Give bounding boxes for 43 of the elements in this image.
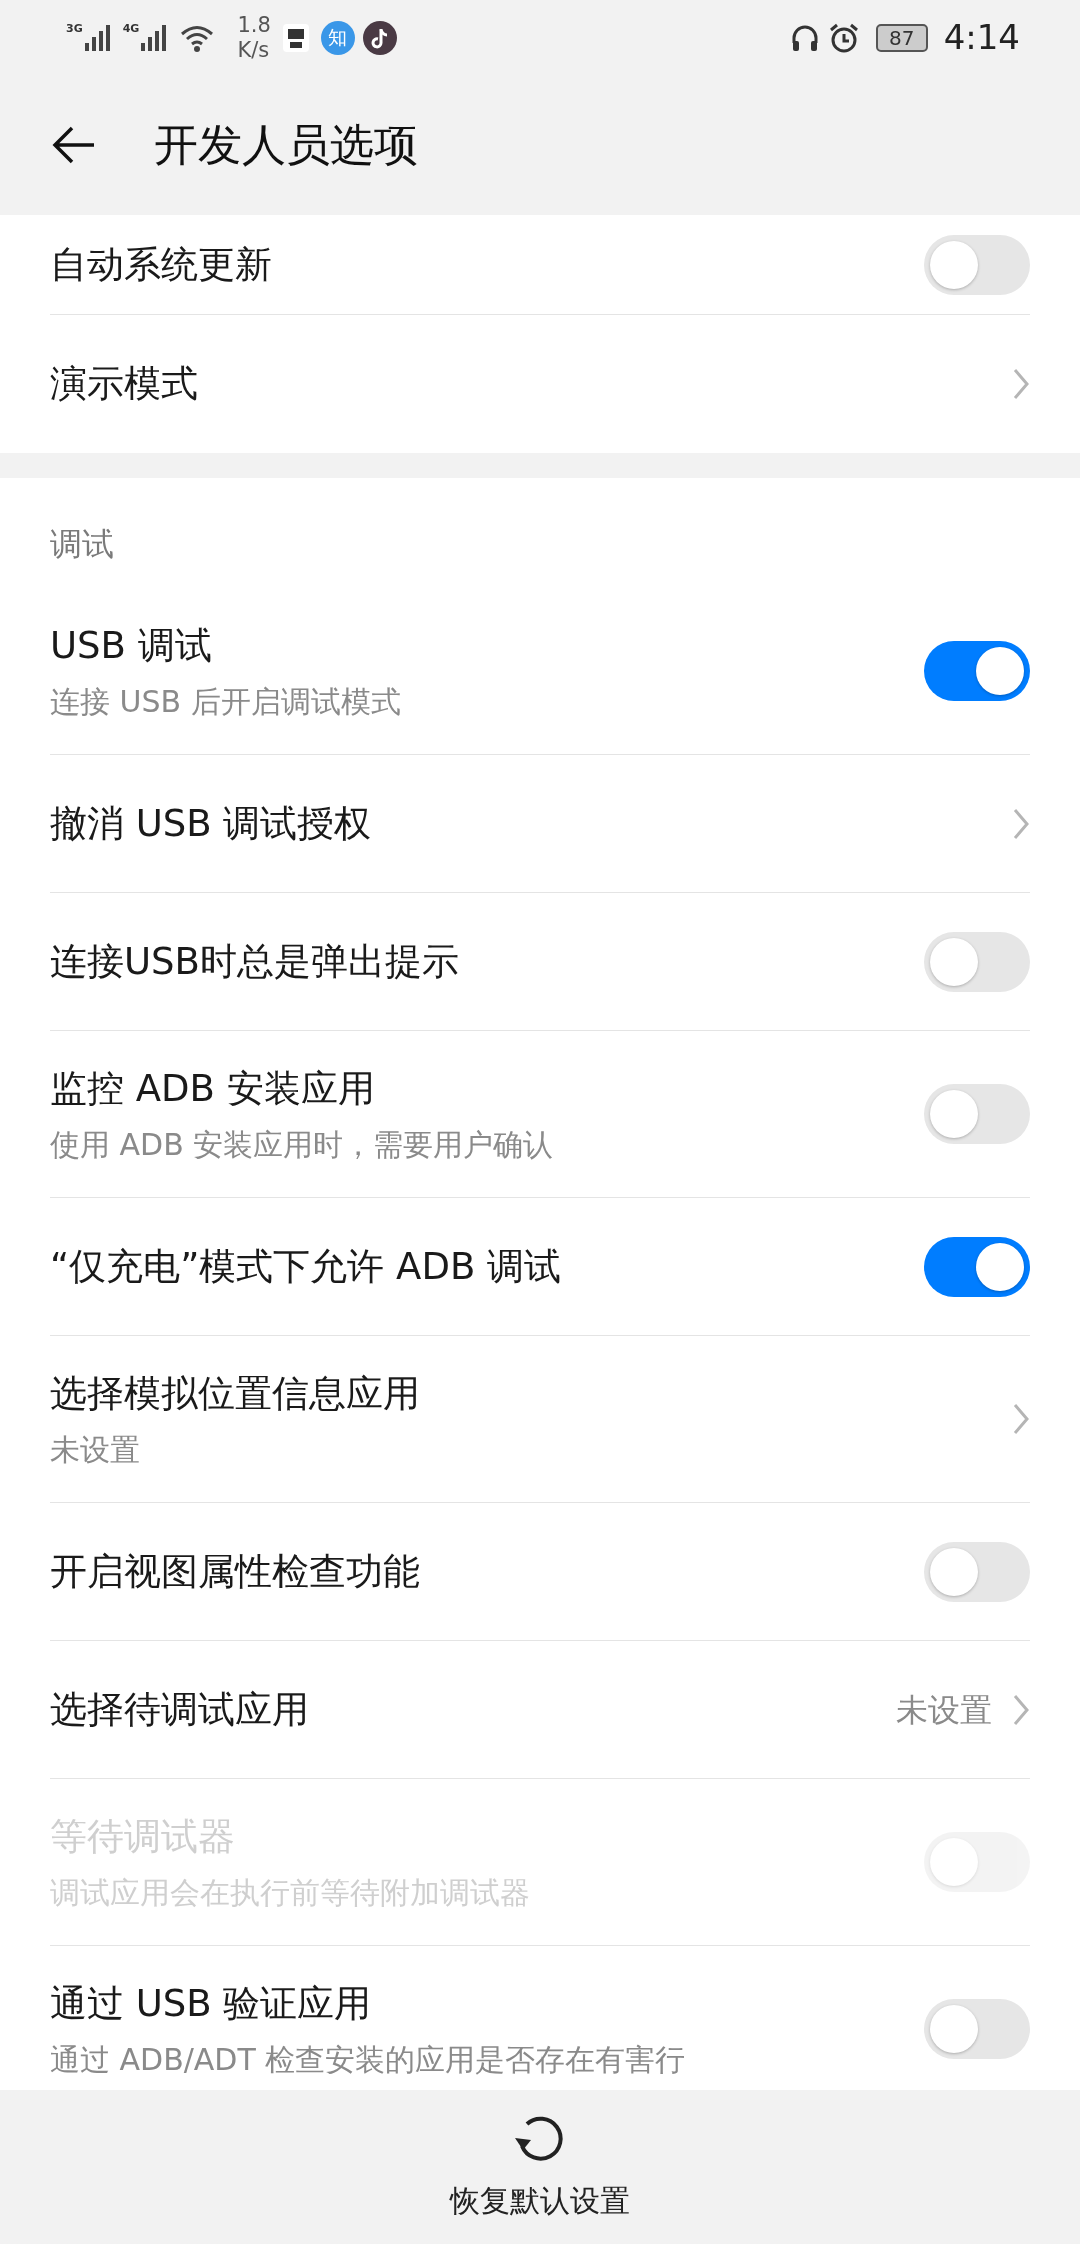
setting-row[interactable]: 选择待调试应用 未设置 <box>50 1641 1030 1779</box>
page-title: 开发人员选项 <box>154 118 418 172</box>
setting-row[interactable]: “仅充电”模式下允许 ADB 调试 <box>50 1198 1030 1336</box>
setting-title: USB 调试 <box>50 622 213 669</box>
setting-row[interactable]: USB 调试 连接 USB 后开启调试模式 <box>50 588 1030 755</box>
section-label: 调试 <box>49 524 115 565</box>
speed-value: 1.8 <box>237 13 271 38</box>
setting-row[interactable]: 监控 ADB 安装应用 使用 ADB 安装应用时，需要用户确认 <box>50 1031 1030 1198</box>
chevron-right-icon <box>1012 807 1030 840</box>
speed-unit: K/s <box>237 37 271 62</box>
network-label: 3G <box>66 22 83 34</box>
setting-title: 演示模式 <box>50 361 199 408</box>
alarm-clock-icon <box>827 21 860 54</box>
setting-title: 选择模拟位置信息应用 <box>50 1370 421 1417</box>
setting-description: 通过 ADB/ADT 检查安装的应用是否存在有害行 <box>50 2041 687 2080</box>
setting-row[interactable]: 撤消 USB 调试授权 <box>50 755 1030 893</box>
setting-title: 监控 ADB 安装应用 <box>50 1065 376 1112</box>
setting-row[interactable]: 连接USB时总是弹出提示 <box>50 893 1030 1031</box>
chevron-right-icon <box>1012 368 1030 400</box>
app-badge-icon: 知 <box>320 20 355 55</box>
chevron-right-icon <box>1012 1693 1030 1726</box>
setting-row[interactable]: 自动系统更新 <box>50 215 1030 315</box>
setting-value: 未设置 <box>896 1689 992 1731</box>
chevron-right-icon <box>1012 1403 1030 1435</box>
setting-title: 自动系统更新 <box>50 241 273 288</box>
setting-title: “仅充电”模式下允许 ADB 调试 <box>50 1243 563 1290</box>
clock-time: 4:14 <box>943 16 1020 59</box>
back-button[interactable] <box>52 125 96 165</box>
music-note-icon <box>362 20 397 55</box>
setting-row[interactable]: 选择模拟位置信息应用 未设置 <box>50 1336 1030 1503</box>
setting-title: 开启视图属性检查功能 <box>50 1548 421 1595</box>
battery-indicator: 87 <box>875 23 928 52</box>
network-label: 4G <box>122 22 140 34</box>
setting-description: 使用 ADB 安装应用时，需要用户确认 <box>50 1126 555 1165</box>
setting-title: 通过 USB 验证应用 <box>50 1980 373 2027</box>
setting-title: 撤消 USB 调试授权 <box>50 800 373 847</box>
setting-row[interactable]: 演示模式 <box>50 315 1030 453</box>
setting-row[interactable]: 开启视图属性检查功能 <box>50 1503 1030 1641</box>
setting-title: 连接USB时总是弹出提示 <box>50 938 460 985</box>
setting-description: 连接 USB 后开启调试模式 <box>50 683 402 722</box>
toggle-switch[interactable] <box>924 641 1030 701</box>
setting-description: 未设置 <box>50 1431 141 1470</box>
setting-title: 选择待调试应用 <box>50 1686 310 1733</box>
